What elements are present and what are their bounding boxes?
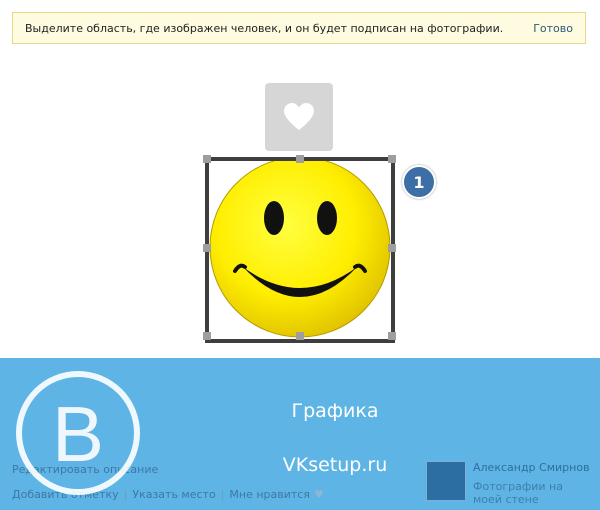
done-button[interactable]: Готово: [533, 22, 573, 35]
album-link[interactable]: Фотографии на моей стене: [473, 480, 588, 506]
tag-hint-banner: Выделите область, где изображен человек,…: [12, 12, 586, 44]
author-avatar[interactable]: [426, 461, 466, 501]
set-place-link[interactable]: Указать место: [132, 488, 215, 501]
resize-handle-right[interactable]: [388, 244, 396, 252]
watermark-title: Графика: [291, 400, 379, 422]
resize-handle-top[interactable]: [296, 155, 304, 163]
heart-icon: [284, 103, 314, 130]
heart-icon: ♥: [313, 488, 324, 501]
tag-hint-text: Выделите область, где изображен человек,…: [25, 21, 504, 35]
like-link[interactable]: Мне нравится: [229, 488, 310, 501]
separator: |: [220, 488, 225, 501]
resize-handle-left[interactable]: [203, 244, 211, 252]
resize-handle-bottom[interactable]: [296, 332, 304, 340]
step-badge: 1: [402, 165, 436, 199]
selection-frame[interactable]: [205, 157, 395, 343]
resize-handle-bottom-right[interactable]: [388, 332, 396, 340]
resize-handle-top-right[interactable]: [388, 155, 396, 163]
vk-logo-icon: В: [16, 371, 140, 495]
resize-handle-top-left[interactable]: [203, 155, 211, 163]
resize-handle-bottom-left[interactable]: [203, 332, 211, 340]
like-tag-button[interactable]: [265, 83, 333, 151]
author-name-link[interactable]: Александр Смирнов: [473, 461, 590, 474]
